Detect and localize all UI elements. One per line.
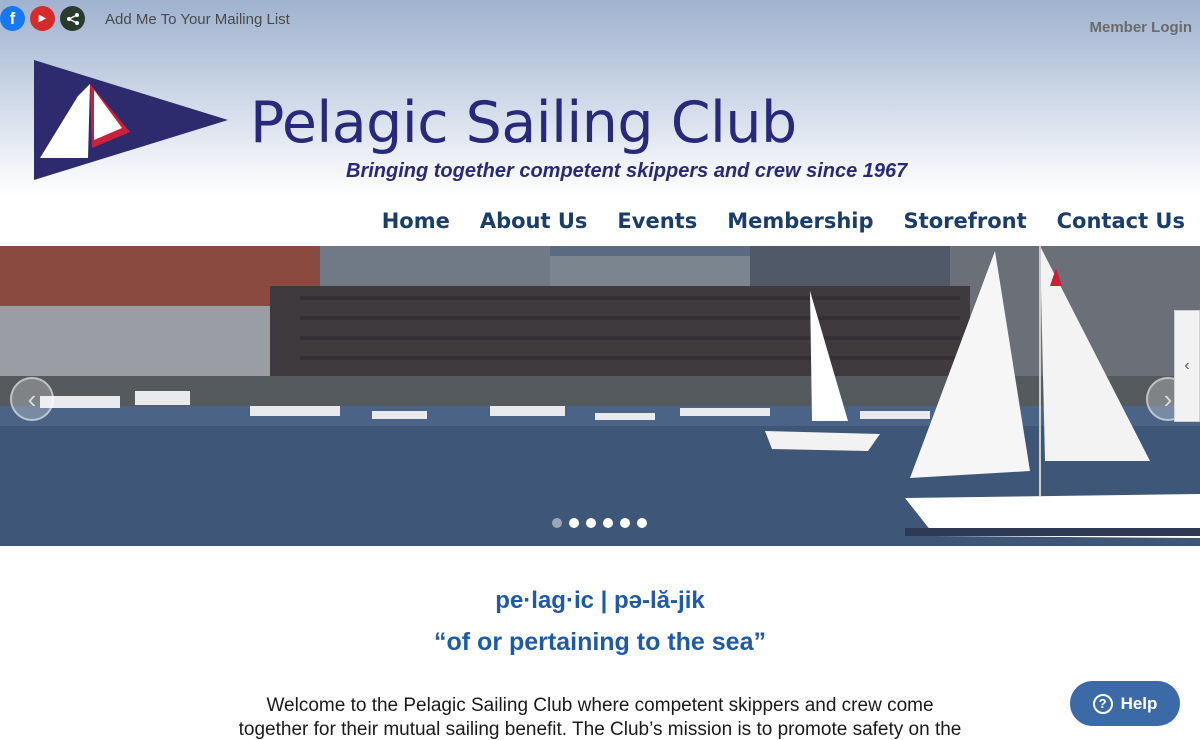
- slider-dot[interactable]: [552, 518, 562, 528]
- slider-dot[interactable]: [603, 518, 613, 528]
- slider-dot[interactable]: [569, 518, 579, 528]
- header: f ▶ Add Me To Your Mailing List Member L…: [0, 0, 1200, 246]
- facebook-glyph: f: [9, 8, 16, 28]
- slider-dot[interactable]: [637, 518, 647, 528]
- share-glyph: [66, 12, 79, 25]
- member-login-link[interactable]: Member Login: [1089, 19, 1192, 36]
- nav-storefront[interactable]: Storefront: [904, 209, 1027, 233]
- slider-dot[interactable]: [586, 518, 596, 528]
- nav-home[interactable]: Home: [382, 209, 450, 233]
- question-icon: ?: [1092, 693, 1113, 714]
- site-tagline: Bringing together competent skippers and…: [346, 160, 908, 182]
- nav-contact-us[interactable]: Contact Us: [1057, 209, 1185, 233]
- help-label: Help: [1120, 693, 1158, 713]
- site-title[interactable]: Pelagic Sailing Club: [250, 90, 797, 156]
- slider-dot[interactable]: [620, 518, 630, 528]
- facebook-icon[interactable]: f: [0, 6, 25, 31]
- pronunciation-heading: pe·lag·ic | pə-lă-jik: [495, 587, 705, 614]
- nav-about-us[interactable]: About Us: [480, 209, 588, 233]
- club-burgee-logo[interactable]: [34, 60, 228, 182]
- hero-harbor-image: [0, 246, 1200, 546]
- chevron-left-icon: ‹: [27, 383, 37, 414]
- slider-prev-button[interactable]: ‹: [10, 377, 54, 421]
- main-nav: Home About Us Events Membership Storefro…: [382, 209, 1185, 233]
- nav-events[interactable]: Events: [617, 209, 697, 233]
- hero-slider[interactable]: ‹ › ‹: [0, 246, 1200, 546]
- youtube-glyph: ▶: [38, 13, 47, 24]
- youtube-icon[interactable]: ▶: [30, 6, 55, 31]
- nav-membership[interactable]: Membership: [727, 209, 873, 233]
- side-panel-toggle[interactable]: ‹: [1174, 310, 1200, 422]
- help-button[interactable]: ? Help: [1070, 681, 1180, 726]
- chevron-left-icon: ‹: [1184, 357, 1190, 374]
- mailing-list-link[interactable]: Add Me To Your Mailing List: [105, 11, 290, 28]
- definition-heading: “of or pertaining to the sea”: [434, 628, 766, 656]
- welcome-line: Welcome to the Pelagic Sailing Club wher…: [266, 695, 934, 716]
- welcome-line: together for their mutual sailing benefi…: [238, 719, 962, 740]
- share-icon[interactable]: [60, 6, 85, 31]
- welcome-paragraph: Welcome to the Pelagic Sailing Club wher…: [200, 694, 1000, 740]
- top-bar: f ▶ Add Me To Your Mailing List Member L…: [0, 6, 1200, 36]
- chevron-right-icon: ›: [1163, 383, 1173, 414]
- slider-pagination: [552, 518, 647, 528]
